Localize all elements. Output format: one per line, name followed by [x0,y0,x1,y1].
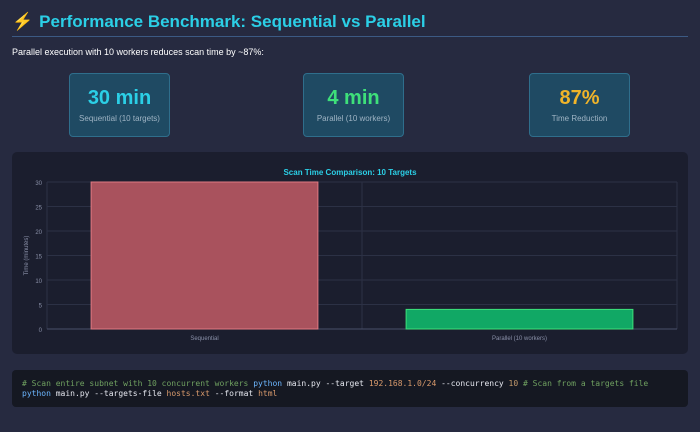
stat-value: 30 min [87,87,152,109]
stat-card-sequential: 30 min Sequential (10 targets) [69,73,170,137]
code-command: python [22,389,51,398]
stat-card-reduction: 87% Time Reduction [529,73,630,137]
y-axis-label: Time (minutes) [24,236,30,276]
code-comment: # Scan entire subnet with 10 concurrent … [22,379,249,388]
y-tick-label: 10 [35,279,42,285]
x-tick-label: Parallel (10 workers) [492,336,547,342]
code-command: python [253,379,283,388]
stat-label: Sequential (10 targets) [79,114,160,123]
code-block: # Scan entire subnet with 10 concurrent … [12,370,688,407]
code-string: hosts.txt [166,389,210,398]
lightning-icon: ⚡ [12,12,34,31]
y-tick-label: 20 [35,230,42,236]
page-header: ⚡ Performance Benchmark: Sequential vs P… [12,12,688,37]
bar [90,181,319,330]
chart-panel: Scan Time Comparison: 10 Targets 0 5 10 15 20… [12,152,688,354]
code-args: main.py --targets-file [55,389,162,398]
y-tick-label: 0 [39,328,43,334]
stat-label: Parallel (10 workers) [316,114,391,123]
code-args: --concurrency [441,379,504,388]
code-string: 192.168.1.0/24 [368,379,437,388]
y-tick-label: 25 [35,206,42,212]
bar [405,308,634,330]
stat-value: 87% [559,87,600,109]
code-args: main.py --target [286,379,364,388]
y-tick-label: 30 [35,181,42,187]
x-tick-label: Sequential [190,336,218,342]
code-string: html [258,389,278,398]
code-comment: # Scan from a targets file [523,379,649,388]
code-number: 10 [508,379,519,388]
intro-text: Parallel execution with 10 workers reduc… [12,47,264,57]
bar-chart: Scan Time Comparison: 10 Targets 0 5 10 15 20… [24,168,678,342]
chart-title: Scan Time Comparison: 10 Targets [283,168,417,177]
y-tick-label: 15 [35,255,42,261]
stat-value: 4 min [327,87,380,109]
y-tick-label: 5 [39,304,43,310]
page-title: Performance Benchmark: Sequential vs Par… [39,12,426,31]
code-args: --format [214,389,254,398]
stat-card-parallel: 4 min Parallel (10 workers) [303,73,404,137]
stat-label: Time Reduction [551,114,608,123]
